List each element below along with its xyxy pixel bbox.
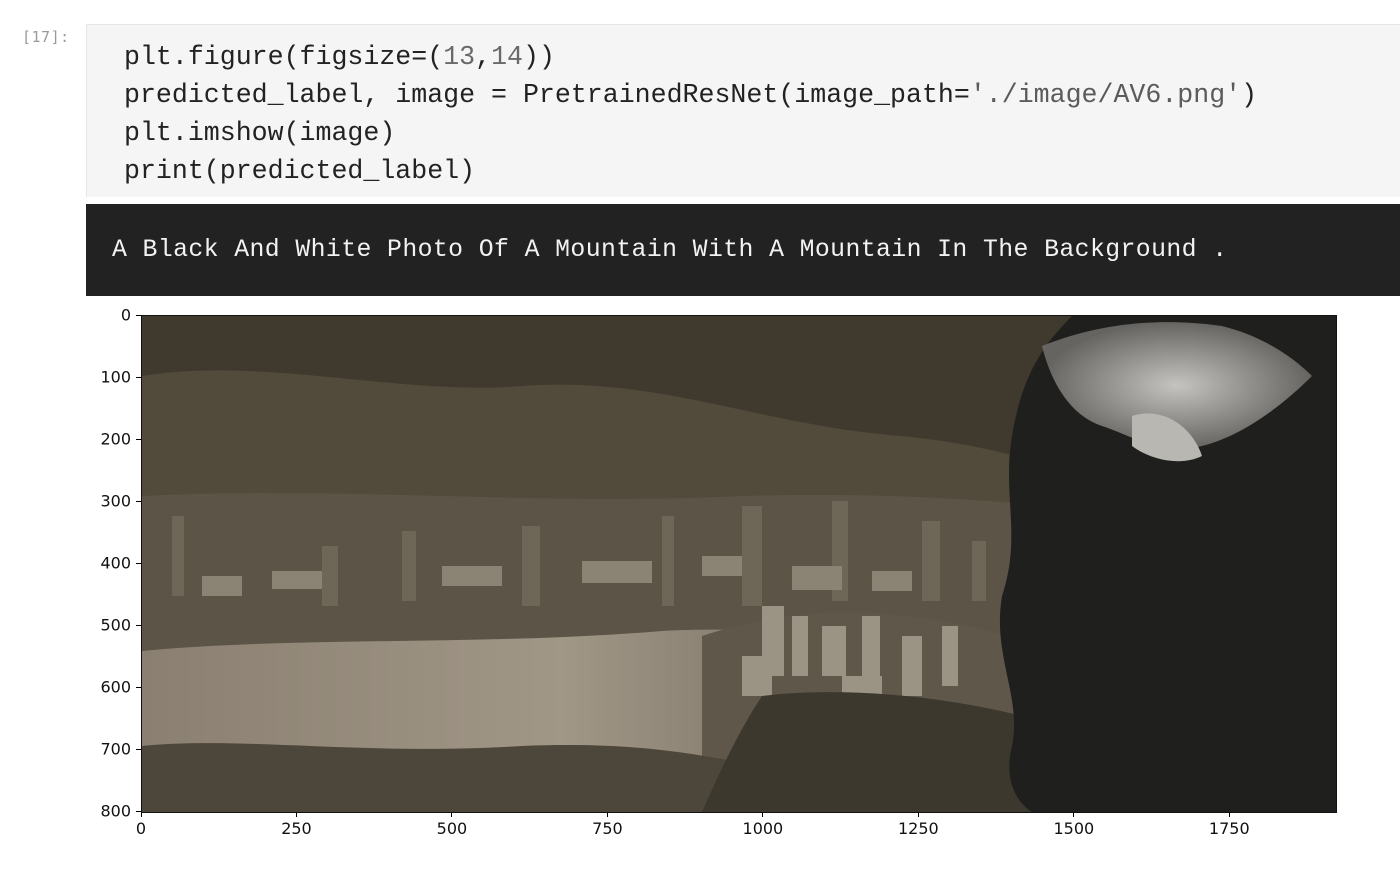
code-editor[interactable]: plt.figure(figsize=(13,14)) predicted_lab… (124, 38, 1257, 190)
code-line-2: predicted_label, image = PretrainedResNe… (124, 80, 1258, 110)
x-tick-label: 500 (436, 819, 468, 838)
x-tick-label: 1250 (897, 819, 939, 838)
x-tick-label: 0 (135, 819, 147, 838)
cell-prompt: [17]: (22, 28, 70, 46)
predicted-label-output: A Black And White Photo Of A Mountain Wi… (112, 236, 1228, 264)
code-line-3: plt.imshow(image) (124, 118, 396, 148)
y-tick-label: 0 (120, 305, 131, 325)
cell-output-stream: A Black And White Photo Of A Mountain Wi… (86, 204, 1400, 296)
code-line-1: plt.figure(figsize=(13,14)) (124, 42, 555, 72)
code-cell-input[interactable]: plt.figure(figsize=(13,14)) predicted_lab… (86, 24, 1400, 197)
sepia-city-mountain-photo-icon (142, 316, 1336, 812)
x-tick-label: 1000 (742, 819, 784, 838)
y-tick-label: 200 (100, 429, 131, 449)
x-tick-label: 1750 (1208, 819, 1250, 838)
x-tick-label: 1500 (1053, 819, 1095, 838)
y-tick-label: 400 (100, 553, 131, 573)
y-tick-label: 300 (100, 491, 131, 511)
x-tick-label: 250 (281, 819, 312, 838)
y-tick-label: 700 (100, 739, 131, 759)
y-tick-label: 100 (100, 367, 131, 387)
x-tick-label: 750 (592, 819, 623, 838)
y-tick-label: 800 (100, 801, 131, 821)
code-line-4: print(predicted_label) (124, 156, 476, 186)
y-tick-label: 500 (100, 615, 131, 635)
y-tick-label: 600 (100, 677, 131, 697)
imshow-axes (141, 315, 1337, 813)
